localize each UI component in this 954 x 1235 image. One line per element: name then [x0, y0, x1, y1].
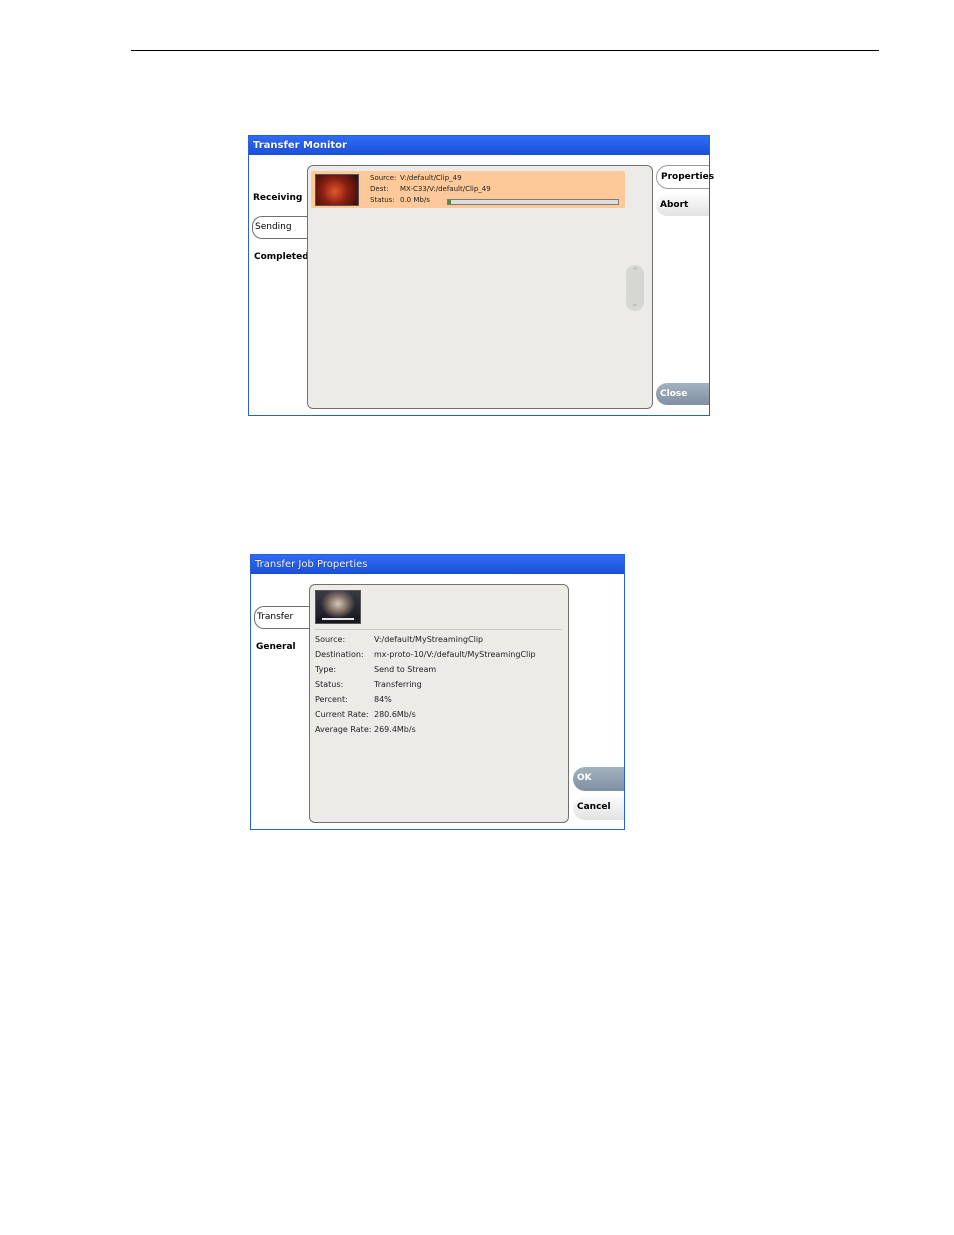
abort-button[interactable]: Abort [656, 194, 709, 216]
field-current-rate-value: 280.6Mb/s [374, 710, 416, 719]
properties-button[interactable]: Properties [656, 165, 714, 189]
status-value: 0.0 Mb/s [400, 196, 430, 204]
field-status-value: Transferring [374, 680, 422, 689]
field-status-label: Status: [315, 680, 344, 689]
header-separator [314, 629, 562, 630]
transfer-job-properties-window: Transfer Job Properties Transfer General… [250, 554, 625, 830]
field-destination-label: Destination: [315, 650, 364, 659]
source-label: Source: [370, 174, 397, 182]
field-current-rate-label: Current Rate: [315, 710, 369, 719]
field-average-rate-label: Average Rate: [315, 725, 372, 734]
transfer-monitor-window: Transfer Monitor Receiving Sending Compl… [248, 135, 714, 416]
clip-thumbnail [315, 590, 361, 624]
transfer-progress-fill [448, 200, 452, 204]
close-button[interactable]: Close [656, 383, 709, 405]
transfer-monitor-title: Transfer Monitor [249, 136, 709, 155]
tab-general-label: General [256, 642, 296, 652]
page-header-rule [131, 50, 879, 51]
field-percent-value: 84% [374, 695, 392, 704]
field-type-label: Type: [315, 665, 337, 674]
scroll-control[interactable]: ⌃ ⌄ [626, 265, 644, 311]
tab-transfer[interactable]: Transfer [254, 606, 311, 629]
tab-general[interactable]: General [253, 636, 308, 658]
tab-sending[interactable]: Sending [252, 216, 310, 239]
tab-receiving[interactable]: Receiving [250, 187, 309, 209]
tab-sending-label: Sending [255, 222, 292, 232]
field-source-value: V:/default/MyStreamingClip [374, 635, 484, 644]
tab-receiving-label: Receiving [253, 193, 303, 203]
field-destination-value: mx-proto-10/V:/default/MyStreamingClip [374, 650, 536, 659]
job-properties-title: Transfer Job Properties [251, 555, 624, 574]
clip-thumbnail [315, 174, 359, 206]
chevron-up-icon[interactable]: ⌃ [626, 267, 644, 277]
job-properties-panel: Source: V:/default/MyStreamingClip Desti… [309, 584, 569, 823]
ok-button[interactable]: OK [573, 767, 624, 791]
transfer-progress-bar [447, 199, 619, 205]
dest-value: MX-C33/V:/default/Clip_49 [400, 185, 491, 193]
transfer-list-panel: Source: V:/default/Clip_49 Dest: MX-C33/… [307, 165, 653, 409]
tab-transfer-label: Transfer [257, 612, 294, 622]
field-type-value: Send to Stream [374, 665, 437, 674]
transfer-job-row[interactable]: Source: V:/default/Clip_49 Dest: MX-C33/… [311, 171, 625, 208]
field-percent-label: Percent: [315, 695, 348, 704]
status-label: Status: [370, 196, 395, 204]
tab-completed-label: Completed [254, 252, 309, 262]
thumbnail-caption-bar [322, 618, 354, 620]
field-source-label: Source: [315, 635, 346, 644]
cancel-button[interactable]: Cancel [573, 796, 624, 820]
source-value: V:/default/Clip_49 [400, 174, 462, 182]
dest-label: Dest: [370, 185, 389, 193]
tab-completed[interactable]: Completed [251, 246, 310, 268]
field-average-rate-value: 269.4Mb/s [374, 725, 416, 734]
chevron-down-icon[interactable]: ⌄ [626, 299, 644, 309]
